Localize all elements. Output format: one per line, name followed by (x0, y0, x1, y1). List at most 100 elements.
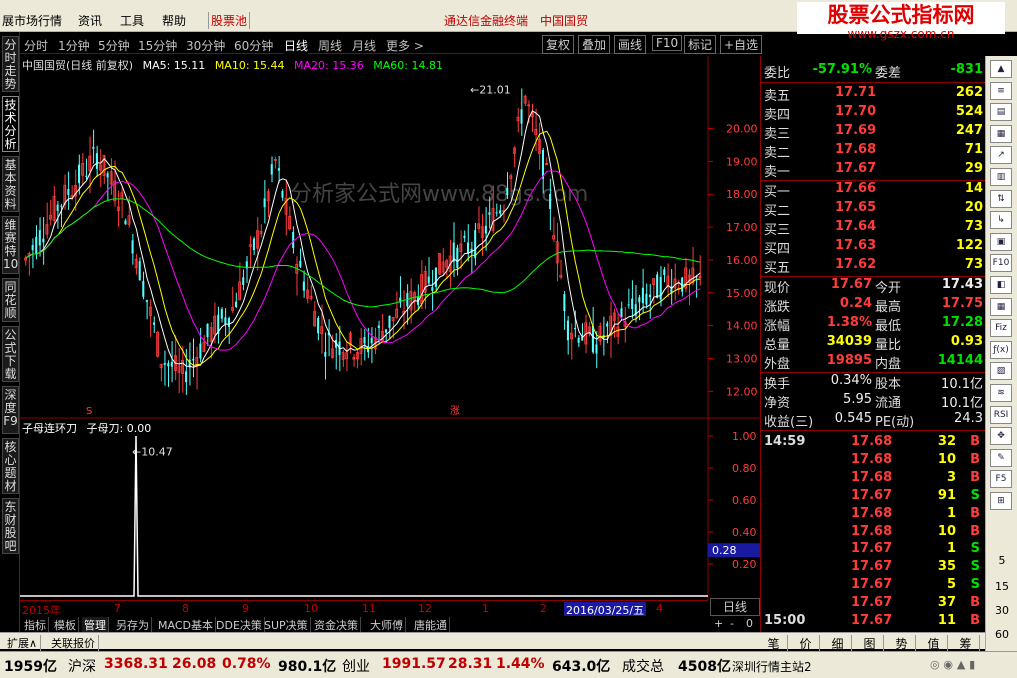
tab-technical[interactable]: 技术分析 (2, 96, 19, 152)
ask-row[interactable]: 卖一 17.67 29 (761, 161, 986, 180)
tab-guba[interactable]: 东财股吧 (2, 498, 19, 554)
period-15[interactable]: 15 (986, 580, 1017, 596)
quote-tab[interactable]: 筹 (952, 635, 980, 652)
bid-row[interactable]: 买二 17.65 20 (761, 200, 986, 219)
quote-tab[interactable]: 势 (888, 635, 916, 652)
tab-indicator[interactable]: 指标 (22, 617, 49, 633)
toolbar-icon[interactable]: ⊞ (990, 492, 1012, 510)
toolbar-icon[interactable]: ✥ (990, 427, 1012, 446)
tab-manage[interactable]: 管理 (82, 617, 109, 633)
period-indicator[interactable]: 日线 (710, 598, 760, 616)
tab-capital[interactable]: 资金决策 (312, 617, 361, 633)
candle-body (541, 149, 544, 179)
toolbar-icon[interactable]: ▤ (990, 103, 1012, 122)
toolbar-icon[interactable]: ƒ(x) (990, 340, 1012, 359)
tab-core-theme[interactable]: 核心题材 (2, 438, 19, 494)
period-5min[interactable]: 5分钟 (98, 37, 130, 54)
expand-button[interactable]: 扩展∧ (4, 635, 42, 651)
toolbar-icon[interactable]: F10 (990, 254, 1012, 273)
f10-button[interactable]: F10 (652, 35, 683, 51)
toolbar-icon[interactable]: ≋ (990, 384, 1012, 402)
tab-wst[interactable]: 维赛特10 (2, 216, 19, 274)
toolbar-icon[interactable]: RSI (990, 405, 1012, 424)
mark-button[interactable]: 标记 (684, 35, 717, 54)
candle-body (317, 317, 320, 334)
period-15min[interactable]: 15分钟 (138, 37, 177, 54)
period-daily[interactable]: 日线 (284, 37, 309, 54)
tab-tangnengtong[interactable]: 唐能通 (412, 617, 450, 633)
bid-row[interactable]: 买一 17.66 14 (761, 181, 986, 200)
trade-row: 17.68 1 B (761, 506, 986, 524)
tab-sup[interactable]: SUP决策 (262, 617, 311, 633)
zoom-reset-button[interactable]: 0 (746, 617, 753, 630)
period-weekly[interactable]: 周线 (318, 37, 342, 54)
quote-tab[interactable]: 细 (824, 635, 852, 652)
month-label: 4 (656, 602, 663, 615)
quote-tab[interactable]: 价 (792, 635, 820, 652)
period-30min[interactable]: 30分钟 (186, 37, 225, 54)
toolbar-icon[interactable]: ✎ (990, 448, 1012, 467)
tab-master[interactable]: 大师傅 (368, 617, 406, 633)
menu-news[interactable]: 资讯 (78, 12, 102, 29)
period-30[interactable]: 30 (986, 604, 1017, 620)
toolbar-icon[interactable]: ▣ (990, 232, 1012, 251)
menu-market[interactable]: 展市场行情 (2, 12, 62, 29)
menu-stock-pool[interactable]: 股票池 (208, 12, 251, 29)
tab-ths[interactable]: 同花顺 (2, 278, 19, 322)
ask-row[interactable]: 卖五 17.71 262 (761, 85, 986, 104)
bid-row[interactable]: 买三 17.64 73 (761, 219, 986, 238)
period-60[interactable]: 60 (986, 628, 1017, 644)
trade-price: 17.67 (851, 577, 893, 593)
toolbar-icon[interactable]: Fiz (990, 319, 1012, 338)
zoom-out-button[interactable]: - (730, 617, 734, 630)
toolbar-icon[interactable]: ▦ (990, 124, 1012, 143)
toolbar-icon[interactable]: ◧ (990, 276, 1012, 294)
indicator-legend: 子母连环刀 子母刀: 0.00 (22, 420, 151, 436)
bid-row[interactable]: 买五 17.62 73 (761, 257, 986, 276)
toolbar-icon[interactable]: ▨ (990, 362, 1012, 381)
related-quotes-button[interactable]: 关联报价 (48, 635, 99, 651)
toolbar-icon[interactable]: ▥ (990, 168, 1012, 186)
ask-row[interactable]: 卖四 17.70 524 (761, 104, 986, 123)
toolbar-icon[interactable]: ▦ (990, 297, 1012, 316)
kline-chart[interactable]: 分析家公式网www.88gs.com ←21.01←10.47S 涨 1.000.… (20, 56, 760, 600)
toolbar-icon[interactable]: ⇅ (990, 189, 1012, 208)
period-fenshi[interactable]: 分时 (24, 37, 48, 54)
quote-tab[interactable]: 图 (856, 635, 884, 652)
quote-tab[interactable]: 笔 (760, 635, 788, 652)
tab-macd[interactable]: MACD基本 (156, 617, 216, 633)
ask-row[interactable]: 卖二 17.68 71 (761, 142, 986, 161)
tab-basic-info[interactable]: 基本资料 (2, 156, 19, 212)
ask-row-volume: 247 (955, 123, 983, 138)
ma60-line (25, 198, 701, 308)
bid-row-label: 买四 (764, 242, 791, 257)
tab-dde[interactable]: DDE决策 (214, 617, 265, 633)
period-5[interactable]: 5 (986, 554, 1017, 570)
overlay-button[interactable]: 叠加 (578, 35, 611, 54)
menu-tools[interactable]: 工具 (120, 12, 144, 29)
toolbar-icon[interactable]: ↗ (990, 146, 1012, 165)
toolbar-icon[interactable]: F5 (990, 470, 1012, 489)
draw-line-button[interactable]: 画线 (614, 35, 647, 54)
period-60min[interactable]: 60分钟 (234, 37, 273, 54)
toolbar-icon[interactable]: ↳ (990, 211, 1012, 230)
stat-label: 最高 (875, 300, 902, 315)
tab-template[interactable]: 模板 (52, 617, 79, 633)
bid-row[interactable]: 买四 17.63 122 (761, 238, 986, 257)
tab-depth[interactable]: 深度F9 (2, 386, 19, 434)
menu-help[interactable]: 帮助 (162, 12, 186, 29)
tab-formula-download[interactable]: 公式下载 (2, 326, 19, 382)
tab-intraday[interactable]: 分时走势 (2, 36, 19, 92)
tab-save-as[interactable]: 另存为 (114, 617, 152, 633)
period-1min[interactable]: 1分钟 (58, 37, 90, 54)
period-more[interactable]: 更多 > (386, 37, 424, 54)
fuquan-button[interactable]: 复权 (542, 35, 575, 54)
toolbar-icon[interactable]: ≡ (990, 81, 1012, 100)
period-monthly[interactable]: 月线 (352, 37, 376, 54)
add-watchlist-button[interactable]: +自选 (720, 35, 763, 54)
candle-body (92, 146, 95, 149)
ask-row[interactable]: 卖三 17.69 247 (761, 123, 986, 142)
zoom-in-button[interactable]: + (714, 617, 723, 630)
toolbar-icon[interactable]: ▲ (990, 60, 1012, 78)
quote-tab[interactable]: 值 (920, 635, 948, 652)
